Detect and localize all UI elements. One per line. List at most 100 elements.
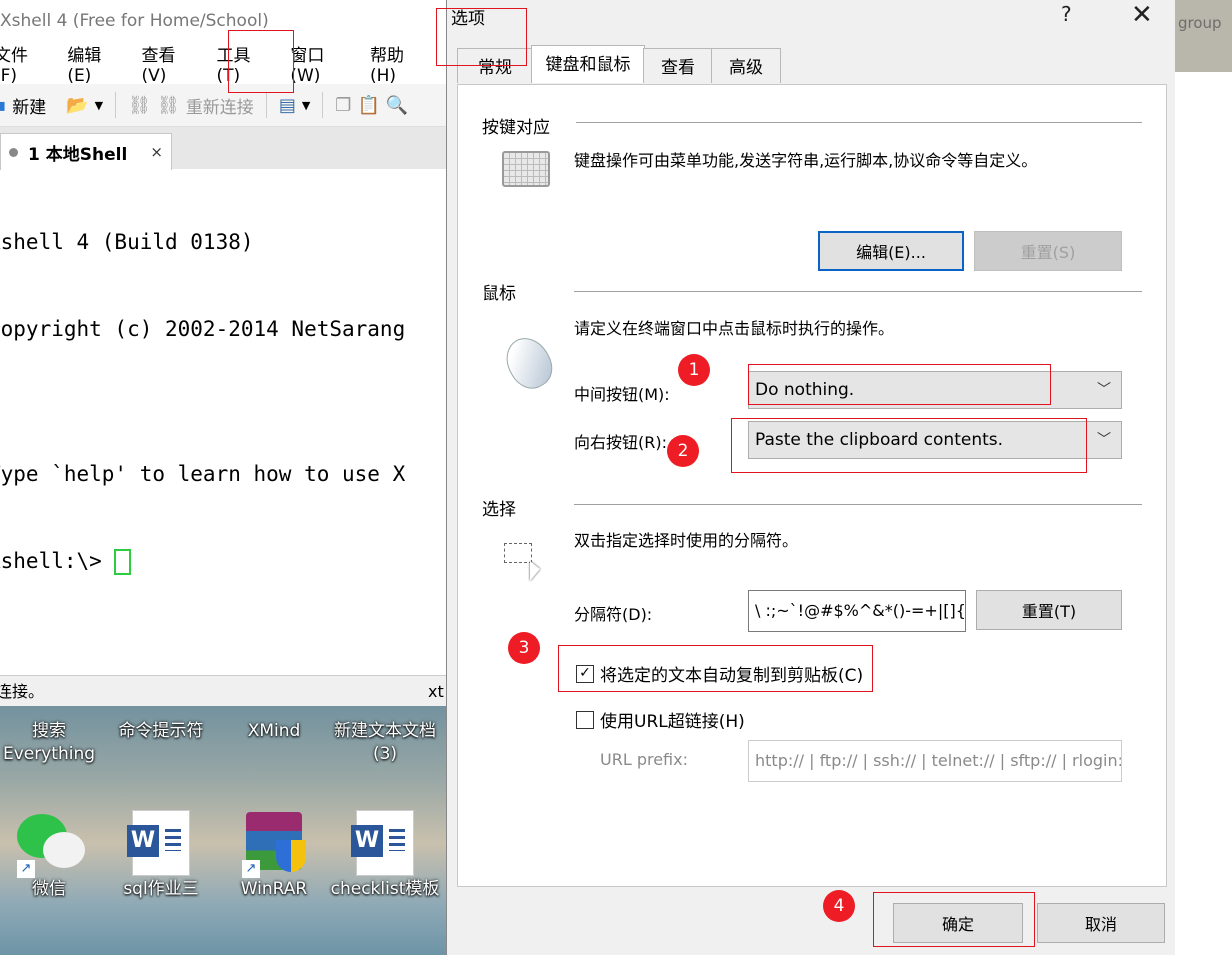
wechat-icon: ↗ [17,810,85,878]
section-divider [574,291,1142,292]
menu-window[interactable]: 窗口(W) [290,41,348,86]
menu-view[interactable]: 查看(V) [142,41,195,86]
terminal-line: Xshell 4 (Build 0138) [0,230,254,254]
checkbox-unchecked-icon [576,710,594,729]
terminal-line: Copyright (c) 2002-2014 NetSarang [0,317,406,341]
options-dialog: 选项 ? ✕ 常规 键盘和鼠标 查看 高级 按键对应 键盘操作可由菜单功能,发送… [446,0,1175,955]
desktop-icon-label: XMind [247,721,301,741]
properties-dropdown-icon[interactable]: ▼ [302,99,310,112]
desktop-icon-label: WinRAR [240,879,308,899]
tab-status-icon [9,147,18,157]
tab-local-shell[interactable]: 1 本地Shell × [0,133,172,170]
chevron-down-icon: ﹀ [1097,432,1111,448]
desktop-icon-wechat[interactable]: ↗ 微信 [0,810,104,901]
tab-close-icon[interactable]: × [150,143,163,161]
shortcut-arrow-icon: ↗ [242,860,260,878]
xshell-tabbar: 1 本地Shell × [0,127,446,170]
background-window: group [1174,0,1232,72]
url-hyperlink-checkbox[interactable]: 使用URL超链接(H) [576,707,745,732]
new-session-icon[interactable]: ▪ [0,95,6,116]
find-icon[interactable]: 🔍 [386,95,408,116]
xshell-title: Xshell 4 (Free for Home/School) [0,0,446,42]
menu-help[interactable]: 帮助(H) [370,41,424,86]
selection-description: 双击指定选择时使用的分隔符。 [574,531,799,550]
desktop-icon-cmd[interactable]: 命令提示符 [106,720,216,743]
desktop-icon-new-text[interactable]: 新建文本文档 (3) [330,720,440,766]
keymap-description: 键盘操作可由菜单功能,发送字符串,运行脚本,协议命令等自定义。 [574,151,1038,170]
desktop-icon-label: 微信 [32,879,66,899]
terminal-prompt-line: Xshell:\> [0,547,446,576]
properties-icon[interactable]: ▤ [279,95,296,116]
delimiter-input[interactable]: \ :;~`!@#$%^&*()-=+|[]{} [748,590,966,632]
background-area [1174,72,1232,955]
section-divider [576,122,1142,123]
ok-button[interactable]: 确定 [893,903,1023,943]
annotation-badge-2: 2 [667,435,699,467]
menu-edit[interactable]: 编辑(E) [67,41,119,86]
menu-file[interactable]: 文件(F) [0,41,45,86]
shortcut-arrow-icon: ↗ [17,860,35,878]
mouse-icon [497,329,561,397]
desktop-icon-xmind[interactable]: XMind [219,720,329,743]
cancel-button[interactable]: 取消 [1037,903,1165,943]
toolbar-divider [115,92,117,118]
annotation-badge-3: 3 [508,632,540,664]
reconnect-button[interactable]: 重新连接 [186,93,254,118]
help-icon[interactable]: ? [1061,2,1072,26]
status-bar: 连接。 xt [0,675,446,707]
xshell-menubar: 文件(F) 编辑(E) 查看(V) 工具(T) 窗口(W) 帮助(H) [0,41,446,86]
disconnect-icon[interactable]: ⛓ [128,95,151,116]
new-session-button[interactable]: 新建 [12,93,46,118]
delimiter-label: 分隔符(D): [574,605,653,624]
mouse-description: 请定义在终端窗口中点击鼠标时执行的操作。 [574,319,895,338]
close-icon[interactable]: ✕ [1131,0,1153,30]
auto-copy-checkbox[interactable]: ✓ 将选定的文本自动复制到剪贴板(C) [576,661,863,686]
paste-icon[interactable]: 📋 [357,95,379,116]
terminal-prompt: Xshell:\> [0,549,115,573]
desktop-icon-label: checklist模板 [330,879,440,899]
annotation-badge-1: 1 [678,354,710,386]
terminal-cursor [114,549,132,575]
reset-keymap-button[interactable]: 重置(S) [974,231,1122,271]
url-prefix-label: URL prefix: [600,750,688,769]
winrar-icon: ↗ [242,810,306,878]
desktop-icon-sql[interactable]: W sql作业三 [106,810,216,901]
desktop-icon-everything[interactable]: 搜索 Everything [0,720,104,766]
tab-keyboard-mouse[interactable]: 键盘和鼠标 [531,45,645,83]
background-text: group [1178,14,1222,32]
middle-button-select[interactable]: Do nothing. ﹀ [748,371,1122,409]
middle-button-label: 中间按钮(M): [574,385,670,404]
tab-advanced[interactable]: 高级 [711,48,781,83]
desktop-icon-label: 搜索 Everything [2,721,96,764]
selection-cursor-icon [504,543,540,581]
desktop-icon-label: 命令提示符 [118,721,204,741]
desktop-icon-checklist[interactable]: W checklist模板 [330,810,440,901]
dialog-title: 选项 [451,9,485,29]
url-prefix-input[interactable]: http:// | ftp:// | ssh:// | telnet:// | … [748,740,1122,782]
copy-icon[interactable]: ❐ [335,95,351,116]
auto-copy-label: 将选定的文本自动复制到剪贴板(C) [600,666,864,686]
tab-view[interactable]: 查看 [643,48,713,83]
open-dropdown-icon[interactable]: ▼ [95,99,103,112]
desktop-icon-winrar[interactable]: ↗ WinRAR [219,810,329,901]
reconnect-icon[interactable]: ⛓ [157,95,180,116]
toolbar-divider [322,92,324,118]
status-text: 连接。 [0,682,45,701]
status-right-text: xt [428,682,444,701]
reset-delimiter-button[interactable]: 重置(T) [976,590,1122,630]
right-button-select[interactable]: Paste the clipboard contents. ﹀ [748,421,1122,459]
desktop-icon-label: 新建文本文档 (3) [334,721,436,764]
selection-section-title: 选择 [482,500,516,520]
open-folder-icon[interactable]: 📂 [66,95,88,116]
terminal[interactable]: Xshell 4 (Build 0138) Copyright (c) 2002… [0,170,446,670]
middle-button-value: Do nothing. [755,380,855,400]
tab-general[interactable]: 常规 [457,48,533,83]
right-button-value: Paste the clipboard contents. [755,430,1004,450]
menu-tools[interactable]: 工具(T) [216,41,268,86]
edit-keymap-button[interactable]: 编辑(E)... [818,231,964,271]
word-doc-icon: W [351,810,417,876]
terminal-line-text: Type `help' to learn how to use X [0,462,406,486]
keyboard-icon [502,151,550,187]
section-divider [574,504,1142,505]
mouse-section-title: 鼠标 [482,284,516,304]
